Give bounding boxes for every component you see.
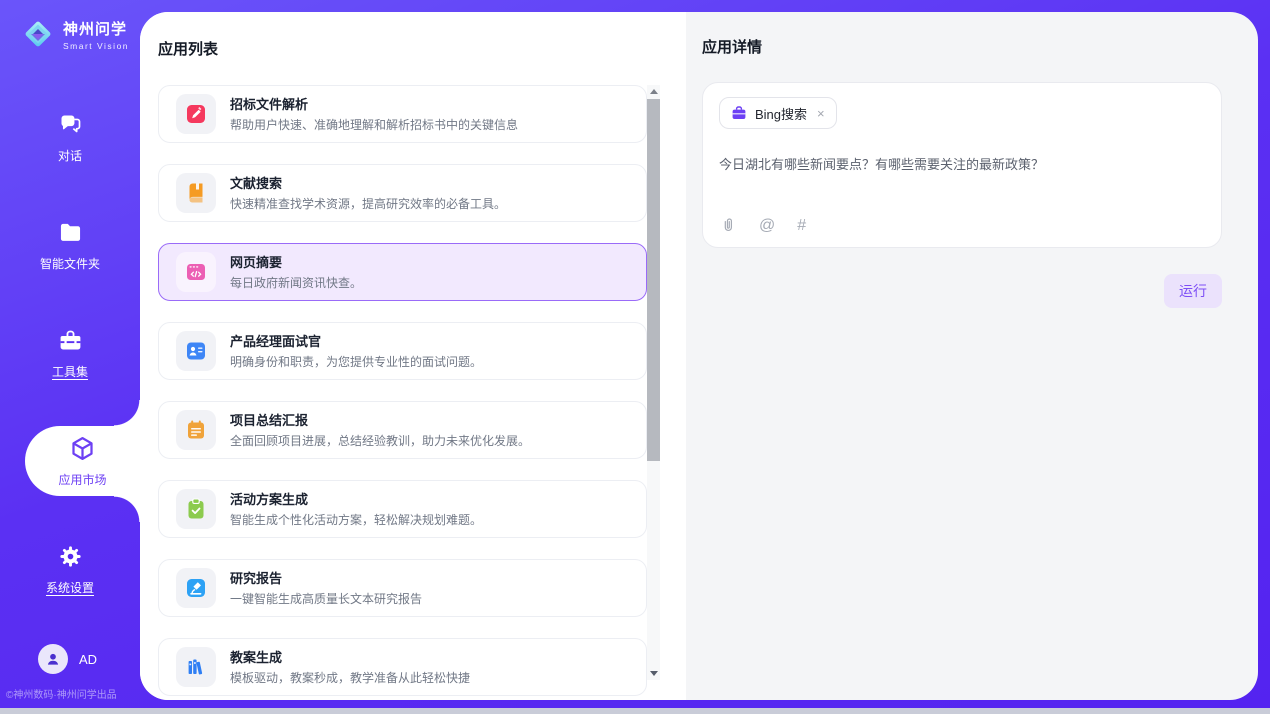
prompt-input[interactable]: 今日湖北有哪些新闻要点？有哪些需要关注的最新政策？ <box>719 155 1205 174</box>
app-item-lesson-plan[interactable]: 教案生成 模板驱动，教案秒成，教学准备从此轻松快捷 <box>158 638 647 696</box>
prompt-card: Bing搜索 × 今日湖北有哪些新闻要点？有哪些需要关注的最新政策？ @ # <box>702 82 1222 248</box>
app-item-webpage-summary[interactable]: 网页摘要 每日政府新闻资讯快查。 <box>158 243 647 301</box>
close-icon[interactable]: × <box>817 106 825 121</box>
hash-icon[interactable]: # <box>797 218 806 234</box>
notepad-icon <box>184 418 208 442</box>
sidebar-item-label: 应用市场 <box>58 471 106 488</box>
sidebar-item-label: 对话 <box>58 147 82 164</box>
app-list: 招标文件解析 帮助用户快速、准确地理解和解析招标书中的关键信息 文献搜索 <box>158 85 647 696</box>
app-icon-container <box>176 489 216 529</box>
app-item-title: 文献搜索 <box>230 175 506 192</box>
app-item-desc: 快速精准查找学术资源，提高研究效率的必备工具。 <box>230 196 506 212</box>
copyright-footer: ©神州数码·神州问学出品 <box>6 686 117 701</box>
app-item-title: 网页摘要 <box>230 254 362 271</box>
app-icon-container <box>176 252 216 292</box>
app-list-panel: 应用列表 招标文件解析 帮助用户快速、准确地理解和解析招标书中的关键信息 <box>140 12 686 700</box>
avatar <box>38 644 68 674</box>
sidebar-item-label: 智能文件夹 <box>40 255 100 272</box>
app-item-title: 招标文件解析 <box>230 96 518 113</box>
scroll-down-arrow[interactable] <box>647 667 660 680</box>
app-item-desc: 模板驱动，教案秒成，教学准备从此轻松快捷 <box>230 670 470 686</box>
briefcase-icon <box>731 105 747 121</box>
app-icon-container <box>176 410 216 450</box>
app-item-bid-analysis[interactable]: 招标文件解析 帮助用户快速、准确地理解和解析招标书中的关键信息 <box>158 85 647 143</box>
app-icon-container <box>176 331 216 371</box>
folder-icon <box>57 219 84 246</box>
mention-icon[interactable]: @ <box>759 218 775 234</box>
app-item-desc: 智能生成个性化活动方案，轻松解决规划难题。 <box>230 512 482 528</box>
app-item-desc: 每日政府新闻资讯快查。 <box>230 275 362 291</box>
app-item-event-plan[interactable]: 活动方案生成 智能生成个性化活动方案，轻松解决规划难题。 <box>158 480 647 538</box>
microscope-icon <box>184 576 208 600</box>
sidebar-item-smart-folder[interactable]: 智能文件夹 <box>0 212 140 278</box>
scrollbar[interactable] <box>647 85 660 680</box>
app-list-title: 应用列表 <box>158 40 686 60</box>
pen-square-icon <box>184 102 208 126</box>
sidebar-item-app-market[interactable]: 应用市场 <box>25 426 140 496</box>
sidebar-nav: 对话 智能文件夹 工具集 <box>0 104 140 602</box>
app-detail-panel: 应用详情 Bing搜索 × 今日湖北有哪些新闻要点？有哪些需要关注的最新政策？ <box>686 12 1258 700</box>
diamond-logo-icon <box>20 16 56 52</box>
sidebar-item-label: 工具集 <box>52 363 88 380</box>
sidebar-item-toolset[interactable]: 工具集 <box>0 320 140 386</box>
chat-icon <box>57 111 84 138</box>
app-item-project-summary[interactable]: 项目总结汇报 全面回顾项目进展，总结经验教训，助力未来优化发展。 <box>158 401 647 459</box>
books-icon <box>184 655 208 679</box>
app-icon-container <box>176 568 216 608</box>
prompt-toolbar: @ # <box>720 217 806 234</box>
app-item-title: 活动方案生成 <box>230 491 482 508</box>
browser-code-icon <box>184 260 208 284</box>
app-icon-container <box>176 647 216 687</box>
tool-chip-label: Bing搜索 <box>755 104 807 123</box>
id-card-icon <box>184 339 208 363</box>
brand-subtitle: Smart Vision <box>63 41 129 51</box>
scroll-up-arrow[interactable] <box>647 85 660 98</box>
app-item-desc: 全面回顾项目进展，总结经验教训，助力未来优化发展。 <box>230 433 530 449</box>
run-button[interactable]: 运行 <box>1164 274 1222 308</box>
sidebar: 神州问学 Smart Vision 对话 智能文件夹 <box>0 0 140 708</box>
user-account[interactable]: AD <box>38 644 97 674</box>
user-name: AD <box>79 652 97 667</box>
scrollbar-thumb[interactable] <box>647 99 660 461</box>
brand-logo: 神州问学 Smart Vision <box>0 0 140 52</box>
app-item-title: 项目总结汇报 <box>230 412 530 429</box>
content-area: 应用列表 招标文件解析 帮助用户快速、准确地理解和解析招标书中的关键信息 <box>140 12 1258 700</box>
clipboard-check-icon <box>184 497 208 521</box>
sidebar-item-label: 系统设置 <box>46 579 94 596</box>
book-icon <box>184 181 208 205</box>
app-item-desc: 帮助用户快速、准确地理解和解析招标书中的关键信息 <box>230 117 518 133</box>
app-item-pm-interviewer[interactable]: 产品经理面试官 明确身份和职责，为您提供专业性的面试问题。 <box>158 322 647 380</box>
run-row: 运行 <box>702 274 1222 308</box>
app-item-desc: 明确身份和职责，为您提供专业性的面试问题。 <box>230 354 482 370</box>
cube-icon <box>69 435 96 462</box>
sidebar-item-chat[interactable]: 对话 <box>0 104 140 170</box>
toolbox-icon <box>57 327 84 354</box>
app-item-title: 教案生成 <box>230 649 470 666</box>
gear-icon <box>57 543 84 570</box>
app-window: 神州问学 Smart Vision 对话 智能文件夹 <box>0 0 1270 708</box>
app-icon-container <box>176 173 216 213</box>
app-item-title: 产品经理面试官 <box>230 333 482 350</box>
app-detail-title: 应用详情 <box>702 38 1222 58</box>
app-item-literature-search[interactable]: 文献搜索 快速精准查找学术资源，提高研究效率的必备工具。 <box>158 164 647 222</box>
brand-title: 神州问学 <box>63 18 129 39</box>
app-item-research-report[interactable]: 研究报告 一键智能生成高质量长文本研究报告 <box>158 559 647 617</box>
app-icon-container <box>176 94 216 134</box>
attachment-icon[interactable] <box>720 217 737 234</box>
tool-chip-bing-search[interactable]: Bing搜索 × <box>719 97 837 129</box>
app-item-title: 研究报告 <box>230 570 422 587</box>
app-item-desc: 一键智能生成高质量长文本研究报告 <box>230 591 422 607</box>
sidebar-item-settings[interactable]: 系统设置 <box>0 536 140 602</box>
person-icon <box>44 650 62 668</box>
